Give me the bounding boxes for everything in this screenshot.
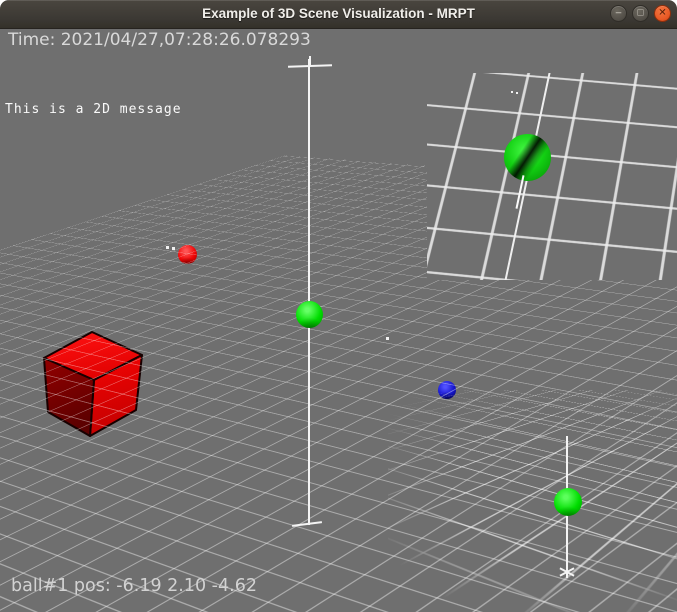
axis-main-top-tick xyxy=(309,56,311,66)
axis-line-main xyxy=(308,59,310,525)
secondary-grid-region xyxy=(388,390,677,612)
green-ball-main xyxy=(296,301,323,328)
minimize-icon: – xyxy=(615,7,622,18)
scene-viewport[interactable]: Time: 2021/04/27,07:28:26.078293 This is… xyxy=(0,28,677,612)
message-2d-overlay-text: This is a 2D message xyxy=(5,102,182,117)
close-button[interactable]: ✕ xyxy=(654,5,671,22)
distant-marker-dot xyxy=(386,337,389,340)
ball-position-overlay-text: ball#1 pos: -6.19 2.10 -4.62 xyxy=(11,576,257,596)
title-bar[interactable]: Example of 3D Scene Visualization - MRPT… xyxy=(0,0,677,29)
maximize-icon: □ xyxy=(637,7,644,18)
inset-marker-dot xyxy=(511,91,513,93)
inset-viewport[interactable] xyxy=(427,73,677,280)
green-ball-secondary xyxy=(554,488,582,516)
minimize-button[interactable]: – xyxy=(610,5,627,22)
inset-marker-dot xyxy=(516,92,518,94)
inset-green-ball xyxy=(504,134,551,181)
secondary-grid xyxy=(388,390,677,603)
time-overlay-text: Time: 2021/04/27,07:28:26.078293 xyxy=(8,30,311,50)
distant-marker-dot xyxy=(172,247,175,250)
distant-marker-dot xyxy=(166,246,169,249)
close-icon: ✕ xyxy=(658,7,667,18)
app-window: Example of 3D Scene Visualization - MRPT… xyxy=(0,0,677,612)
inset-grid xyxy=(427,73,677,280)
maximize-button[interactable]: □ xyxy=(632,5,649,22)
window-controls: – □ ✕ xyxy=(610,5,671,22)
window-title: Example of 3D Scene Visualization - MRPT xyxy=(202,6,475,21)
